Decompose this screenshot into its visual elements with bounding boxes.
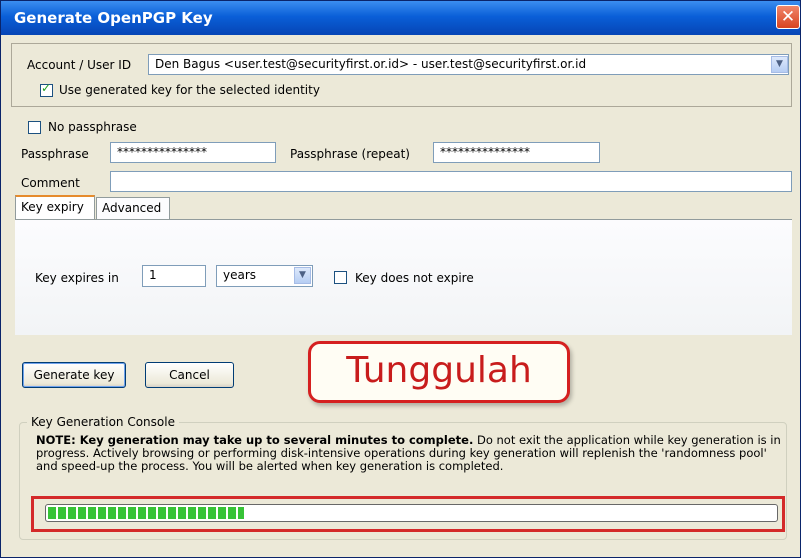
cancel-label: Cancel [169, 368, 210, 382]
passphrase-repeat-label: Passphrase (repeat) [290, 147, 410, 161]
passphrase-label: Passphrase [21, 147, 89, 161]
tab-key-expiry-label: Key expiry [21, 200, 84, 214]
progress-fill [48, 507, 244, 519]
passphrase-value: *************** [117, 145, 207, 159]
use-generated-checkbox[interactable]: ✓ [40, 81, 53, 97]
passphrase-repeat-value: *************** [440, 145, 530, 159]
account-select[interactable]: Den Bagus <user.test@securityfirst.or.id… [148, 54, 789, 75]
comment-input[interactable] [110, 171, 792, 192]
expiry-amount-input[interactable]: 1 [142, 265, 206, 287]
expiry-unit-value: years [223, 268, 257, 282]
dialog-window: Generate OpenPGP Key ✕ Account / User ID… [0, 0, 801, 558]
tab-key-expiry[interactable]: Key expiry [15, 195, 95, 219]
key-expires-label: Key expires in [35, 271, 119, 285]
chevron-down-icon[interactable]: ▼ [294, 267, 311, 284]
passphrase-input[interactable]: *************** [110, 142, 276, 163]
passphrase-repeat-input[interactable]: *************** [433, 142, 600, 163]
wait-callout: Tunggulah [308, 341, 570, 403]
title-bar[interactable]: Generate OpenPGP Key ✕ [1, 1, 800, 35]
console-note-bold: NOTE: Key generation may take up to seve… [36, 433, 474, 447]
no-expire-checkbox[interactable] [334, 271, 347, 284]
checkmark-icon: ✓ [41, 81, 52, 95]
use-generated-label: Use generated key for the selected ident… [59, 83, 320, 97]
progress-bar [45, 504, 778, 522]
chevron-down-icon[interactable]: ▼ [771, 56, 788, 73]
account-label: Account / User ID [27, 58, 132, 72]
comment-label: Comment [21, 176, 80, 190]
close-icon[interactable]: ✕ [776, 5, 800, 29]
no-passphrase-label: No passphrase [48, 120, 137, 134]
generate-key-button[interactable]: Generate key [22, 362, 126, 388]
window-title: Generate OpenPGP Key [14, 9, 213, 27]
expiry-amount-value: 1 [149, 268, 157, 282]
identity-panel [11, 43, 792, 107]
no-expire-label: Key does not expire [355, 271, 474, 285]
no-passphrase-checkbox[interactable] [28, 121, 41, 134]
generate-key-label: Generate key [33, 368, 115, 382]
cancel-button[interactable]: Cancel [145, 362, 234, 388]
console-title: Key Generation Console [27, 415, 179, 429]
console-note: NOTE: Key generation may take up to seve… [36, 434, 781, 473]
account-select-value: Den Bagus <user.test@securityfirst.or.id… [155, 57, 587, 71]
tab-advanced[interactable]: Advanced [96, 197, 170, 219]
tab-advanced-label: Advanced [102, 201, 162, 215]
